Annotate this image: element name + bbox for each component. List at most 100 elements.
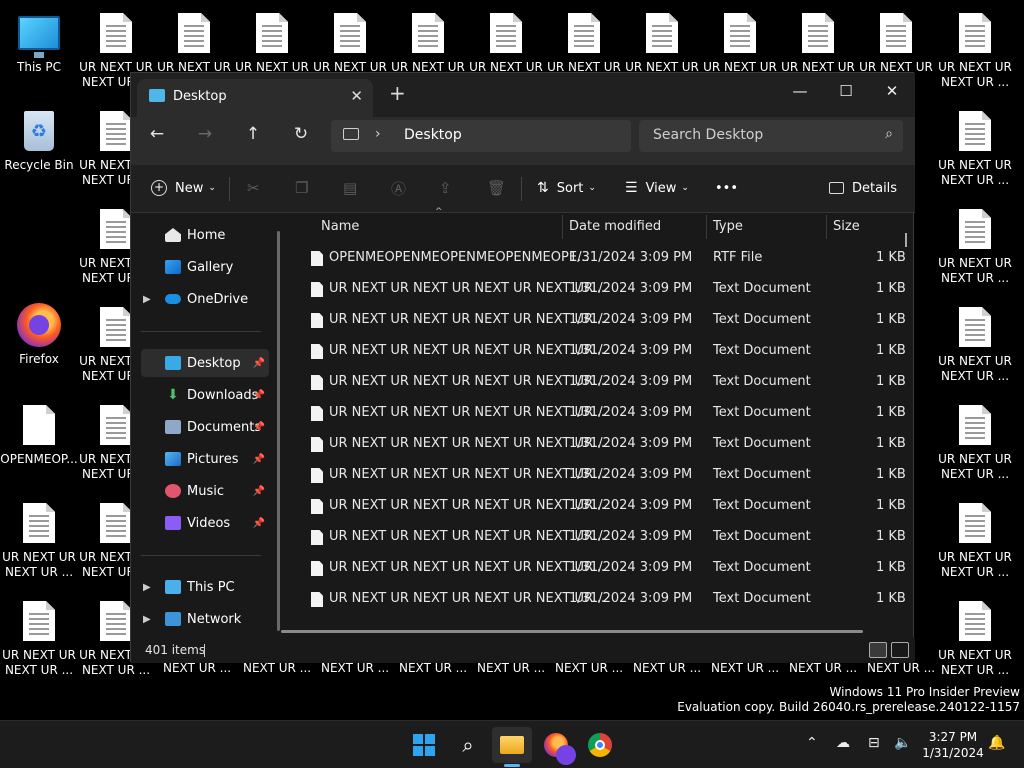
file-row[interactable]: UR NEXT UR NEXT UR NEXT UR NEXT UR... 1/… [299,429,906,460]
onedrive-icon[interactable]: ☁ [836,735,850,751]
pin-icon[interactable]: 📌 [253,518,265,529]
new-tab-button[interactable]: + [389,83,406,103]
taskbar-clock[interactable]: 3:27 PM 1/31/2024 [920,729,986,761]
pin-icon[interactable]: 📌 [253,390,265,401]
delete-icon[interactable]: 🗑 [487,174,506,202]
column-divider[interactable] [706,215,707,239]
sidebar-item-gallery[interactable]: Gallery [141,253,269,281]
up-button[interactable]: ↑ [237,118,269,150]
notification-bell-icon[interactable]: 🔔 [988,735,1005,751]
more-options-button[interactable]: ••• [715,174,738,202]
taskbar-firefox[interactable] [536,727,576,765]
desktop-icon-label: OPENMEOP... [0,452,78,466]
sidebar-item-documents[interactable]: Documents 📌 [141,413,269,441]
sidebar-item-desktop[interactable]: Desktop 📌 [141,349,269,377]
sort-button[interactable]: ⇅ Sort ⌄ [537,174,596,202]
desktop-icon-firefox[interactable]: Firefox [0,302,78,398]
close-button[interactable]: ✕ [869,77,915,105]
taskbar-file-explorer[interactable] [492,727,532,767]
column-header-name[interactable]: Name [321,219,359,234]
sidebar-item-network[interactable]: ▶ Network [141,605,269,633]
desktop-icon-text[interactable]: UR NEXT UR NEXT UR ... [936,598,1014,694]
chevron-right-icon[interactable]: ▶ [143,294,151,305]
pin-icon[interactable]: 📌 [253,422,265,433]
paste-icon[interactable]: ▤ [343,174,357,202]
refresh-button[interactable]: ↻ [285,118,317,150]
copy-icon[interactable]: ❐ [295,174,308,202]
sidebar-item-this-pc[interactable]: ▶ This PC [141,573,269,601]
column-header-size[interactable]: Size [833,219,860,234]
file-row[interactable]: UR NEXT UR NEXT UR NEXT UR NEXT UR... 1/… [299,336,906,367]
pin-icon[interactable]: 📌 [253,454,265,465]
file-row[interactable]: UR NEXT UR NEXT UR NEXT UR NEXT UR... 1/… [299,584,906,615]
sidebar-item-music[interactable]: Music 📌 [141,477,269,505]
desktop-icon-text[interactable]: UR NEXT UR NEXT UR ... [936,402,1014,498]
chrome-icon [588,733,612,757]
desktop-icon-text[interactable]: UR NEXT UR NEXT UR ... [936,304,1014,400]
address-bar[interactable]: › Desktop [331,120,631,152]
sidebar-item-home[interactable]: Home [141,221,269,249]
column-header-type[interactable]: Type [713,219,743,234]
firefox-icon [544,733,576,765]
maximize-button[interactable]: ☐ [823,77,869,105]
share-icon[interactable]: ⇪ [439,174,452,202]
details-button[interactable]: Details [829,174,897,202]
view-button[interactable]: ☰ View ⌄ [625,174,689,202]
file-row[interactable]: UR NEXT UR NEXT UR NEXT UR NEXT UR... 1/… [299,367,906,398]
file-row[interactable]: UR NEXT UR NEXT UR NEXT UR NEXT UR... 1/… [299,274,906,305]
tab-close-button[interactable]: ✕ [350,87,363,105]
vertical-scrollbar[interactable] [905,233,907,247]
pin-icon[interactable]: 📌 [253,486,265,497]
file-row[interactable]: UR NEXT UR NEXT UR NEXT UR NEXT UR... 1/… [299,522,906,553]
column-divider[interactable] [562,215,563,239]
desktop-icon-text[interactable]: UR NEXT UR NEXT UR ... [936,108,1014,204]
pin-icon[interactable]: 📌 [253,358,265,369]
start-button[interactable] [404,727,444,763]
file-name: UR NEXT UR NEXT UR NEXT UR NEXT UR... [329,560,605,575]
chevron-right-icon[interactable]: › [375,126,381,142]
sidebar-scrollbar[interactable] [277,231,280,631]
back-button[interactable]: ← [141,118,173,150]
file-row[interactable]: UR NEXT UR NEXT UR NEXT UR NEXT UR... 1/… [299,553,906,584]
file-row[interactable]: UR NEXT UR NEXT UR NEXT UR NEXT UR... 1/… [299,491,906,522]
breadcrumb-desktop[interactable]: Desktop [404,127,462,143]
file-row[interactable]: UR NEXT UR NEXT UR NEXT UR NEXT UR... 1/… [299,398,906,429]
file-row[interactable]: UR NEXT UR NEXT UR NEXT UR NEXT UR... 1/… [299,460,906,491]
column-header-date[interactable]: Date modified [569,219,661,234]
new-button[interactable]: + New ⌄ [151,174,216,202]
search-input[interactable]: Search Desktop ⌕ [639,120,903,152]
desktop-icon-openme[interactable]: OPENMEOP... [0,402,78,498]
chevron-right-icon[interactable]: ▶ [143,582,151,593]
sidebar-item-label: Pictures [187,451,239,467]
forward-button[interactable]: → [189,118,221,150]
network-icon[interactable]: ⊟ [868,735,880,751]
minimize-button[interactable]: — [777,77,823,105]
sidebar-item-pictures[interactable]: Pictures 📌 [141,445,269,473]
cut-icon[interactable]: ✂ [247,174,260,202]
column-divider[interactable] [826,215,827,239]
desktop-icon-text[interactable]: UR NEXT UR NEXT UR ... [936,500,1014,596]
file-name: UR NEXT UR NEXT UR NEXT UR NEXT UR... [329,405,605,420]
search-button[interactable]: ⌕ [448,727,488,763]
desktop-icon-this-pc[interactable]: This PC [0,10,78,106]
sidebar-item-downloads[interactable]: ⬇ Downloads 📌 [141,381,269,409]
title-bar[interactable]: Desktop ✕ + — ☐ ✕ [131,73,915,117]
file-row[interactable]: OPENMEOPENMEOPENMEOPENMEOPE... 1/31/2024… [299,243,906,274]
volume-icon[interactable]: 🔈 [894,735,911,751]
desktop-icon-text[interactable]: UR NEXT UR NEXT UR ... [936,206,1014,302]
desktop-icon-text[interactable]: UR NEXT UR NEXT UR ... [936,10,1014,106]
file-row[interactable]: UR NEXT UR NEXT UR NEXT UR NEXT UR... 1/… [299,305,906,336]
sidebar-item-videos[interactable]: Videos 📌 [141,509,269,537]
taskbar-chrome[interactable] [580,727,620,763]
tiles-view-button[interactable] [891,642,909,658]
tab-desktop[interactable]: Desktop ✕ [137,79,373,117]
chevron-up-icon[interactable]: ⌃ [806,735,818,751]
desktop-icon-text[interactable]: UR NEXT UR NEXT UR ... [0,500,78,596]
desktop-icon-recycle-bin[interactable]: ♻ Recycle Bin [0,108,78,204]
details-view-button[interactable] [869,642,887,658]
rename-icon[interactable]: Ⓐ [391,174,406,202]
chevron-right-icon[interactable]: ▶ [143,614,151,625]
sidebar-item-onedrive[interactable]: ▶ OneDrive [141,285,269,313]
horizontal-scrollbar[interactable] [281,630,863,633]
desktop-icon-text[interactable]: UR NEXT UR NEXT UR ... [0,598,78,694]
